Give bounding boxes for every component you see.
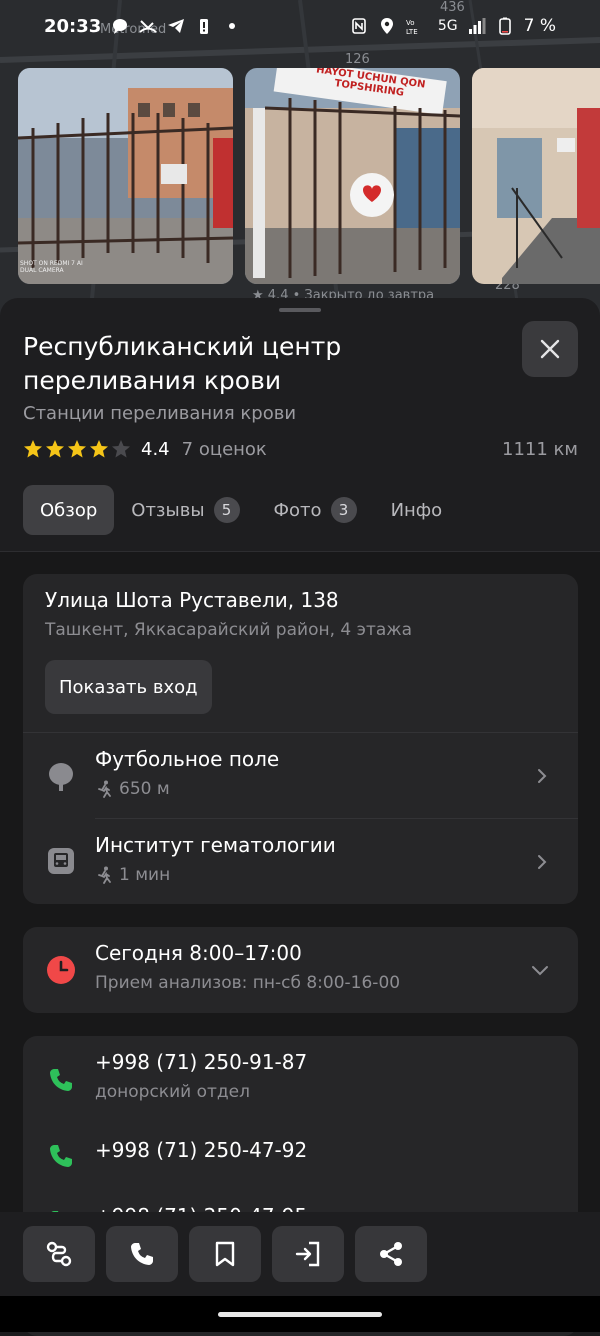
nfc-icon xyxy=(350,17,368,35)
hours-note: Прием анализов: пн-сб 8:00-16-00 xyxy=(95,973,401,993)
star-empty-icon xyxy=(112,440,130,458)
missed-call-icon xyxy=(139,17,157,35)
nearby-name: Институт гематологии xyxy=(95,833,336,857)
distance: 1111 км xyxy=(502,438,578,460)
hours-card[interactable]: Сегодня 8:00–17:00 Прием анализов: пн-сб… xyxy=(23,927,578,1013)
nearby-item[interactable]: Футбольное поле 650 м xyxy=(23,733,578,819)
phone-icon xyxy=(47,1066,75,1094)
phone-item[interactable]: +998 (71) 250-91-87 донорский отдел xyxy=(23,1036,578,1122)
star-filled-icon xyxy=(68,440,86,458)
place-card-sheet: Республиканский центр переливания крови … xyxy=(0,298,600,1336)
phone-icon xyxy=(131,1243,153,1265)
photo-watermark: SHOT ON REDMI 7 AI DUAL CAMERA xyxy=(20,260,83,274)
dot-icon xyxy=(223,17,241,35)
rating-row[interactable]: 4.4 7 оценок 1111 км xyxy=(23,434,578,464)
map-label: 126 xyxy=(345,52,370,67)
location-icon xyxy=(378,17,396,35)
photo-carousel[interactable]: SHOT ON REDMI 7 AI DUAL CAMERA HAYOT UCH… xyxy=(18,68,600,284)
tab-label: Обзор xyxy=(40,499,98,521)
status-time: 20:33 xyxy=(44,15,102,37)
place-photo[interactable]: HAYOT UCHUN QON TOPSHIRING xyxy=(245,68,460,284)
battery-percent: 7 % xyxy=(523,16,556,36)
nearby-detail: 1 мин xyxy=(95,865,170,885)
place-photo[interactable]: SHOT ON REDMI 7 AI DUAL CAMERA xyxy=(18,68,233,284)
phone-number: +998 (71) 250-91-87 xyxy=(95,1050,308,1074)
address-title[interactable]: Улица Шота Руставели, 138 xyxy=(45,588,339,612)
tab-reviews[interactable]: Отзывы 5 xyxy=(114,485,256,535)
rating-value: 4.4 xyxy=(141,438,170,460)
address-card: Улица Шота Руставели, 138 Ташкент, Яккас… xyxy=(23,574,578,904)
star-filled-icon xyxy=(46,440,64,458)
nearby-item[interactable]: Институт гематологии 1 мин xyxy=(23,819,578,905)
battery-icon xyxy=(496,17,514,35)
hours-today: Сегодня 8:00–17:00 xyxy=(95,941,302,965)
phone-item[interactable]: +998 (71) 250-47-92 xyxy=(23,1124,578,1182)
place-photo[interactable] xyxy=(472,68,600,284)
login-icon xyxy=(295,1241,320,1267)
tab-photos[interactable]: Фото 3 xyxy=(257,485,374,535)
chevron-right-icon xyxy=(538,855,547,869)
tab-info[interactable]: Инфо xyxy=(374,485,460,535)
chevron-down-icon[interactable] xyxy=(530,962,550,978)
nearby-name: Футбольное поле xyxy=(95,747,280,771)
enter-button[interactable] xyxy=(272,1226,344,1282)
share-button[interactable] xyxy=(355,1226,427,1282)
show-entrance-button[interactable]: Показать вход xyxy=(45,660,212,714)
star-filled-icon xyxy=(90,440,108,458)
tab-count-badge: 5 xyxy=(213,497,240,523)
nearby-detail: 650 м xyxy=(95,779,170,799)
volte-icon: Vo LTE xyxy=(406,17,428,36)
telegram-icon xyxy=(167,17,185,35)
rating-count[interactable]: 7 оценок xyxy=(182,439,267,460)
signal-icon xyxy=(468,17,486,35)
action-bar xyxy=(0,1212,600,1296)
battery-alert-icon xyxy=(195,17,213,35)
svg-text:Vo: Vo xyxy=(406,19,415,27)
walking-icon xyxy=(98,866,111,884)
clock-icon xyxy=(47,956,75,984)
phone-icon xyxy=(47,1142,75,1170)
network-type: 5G xyxy=(437,18,458,34)
place-category: Станции переливания крови xyxy=(23,403,297,424)
tab-count-badge: 3 xyxy=(330,497,357,523)
system-nav-bar xyxy=(0,1296,600,1332)
nearby-distance: 650 м xyxy=(119,779,170,799)
address-subtitle: Ташкент, Яккасарайский район, 4 этажа xyxy=(45,620,412,640)
place-title: Республиканский центр переливания крови xyxy=(23,332,342,395)
tree-icon xyxy=(47,763,75,791)
tab-label: Отзывы xyxy=(131,499,205,521)
close-icon xyxy=(540,339,560,359)
phone-note: донорский отдел xyxy=(95,1082,250,1102)
tab-label: Фото xyxy=(273,499,322,521)
home-indicator[interactable] xyxy=(218,1312,382,1317)
tab-overview[interactable]: Обзор xyxy=(23,485,115,535)
share-icon xyxy=(380,1242,402,1266)
rating-stars xyxy=(23,439,131,459)
status-bar: 20:33 Vo LTE 5G 7 % xyxy=(0,0,600,52)
star-filled-icon xyxy=(24,440,42,458)
tab-label: Инфо xyxy=(390,499,443,521)
close-button[interactable] xyxy=(522,321,578,377)
bookmark-icon xyxy=(215,1241,235,1267)
bookmark-button[interactable] xyxy=(189,1226,261,1282)
route-button[interactable] xyxy=(23,1226,95,1282)
bus-stop-icon xyxy=(47,847,75,875)
chat-icon xyxy=(111,17,129,35)
walking-icon xyxy=(98,780,111,798)
sheet-grabber[interactable] xyxy=(279,308,321,312)
phone-number: +998 (71) 250-47-92 xyxy=(95,1138,308,1162)
nearby-time: 1 мин xyxy=(119,865,171,885)
call-button[interactable] xyxy=(106,1226,178,1282)
chevron-right-icon xyxy=(538,769,547,783)
svg-text:LTE: LTE xyxy=(406,28,418,35)
route-icon xyxy=(46,1241,72,1267)
tab-bar: Обзор Отзывы 5 Фото 3 Инфо xyxy=(23,485,459,535)
